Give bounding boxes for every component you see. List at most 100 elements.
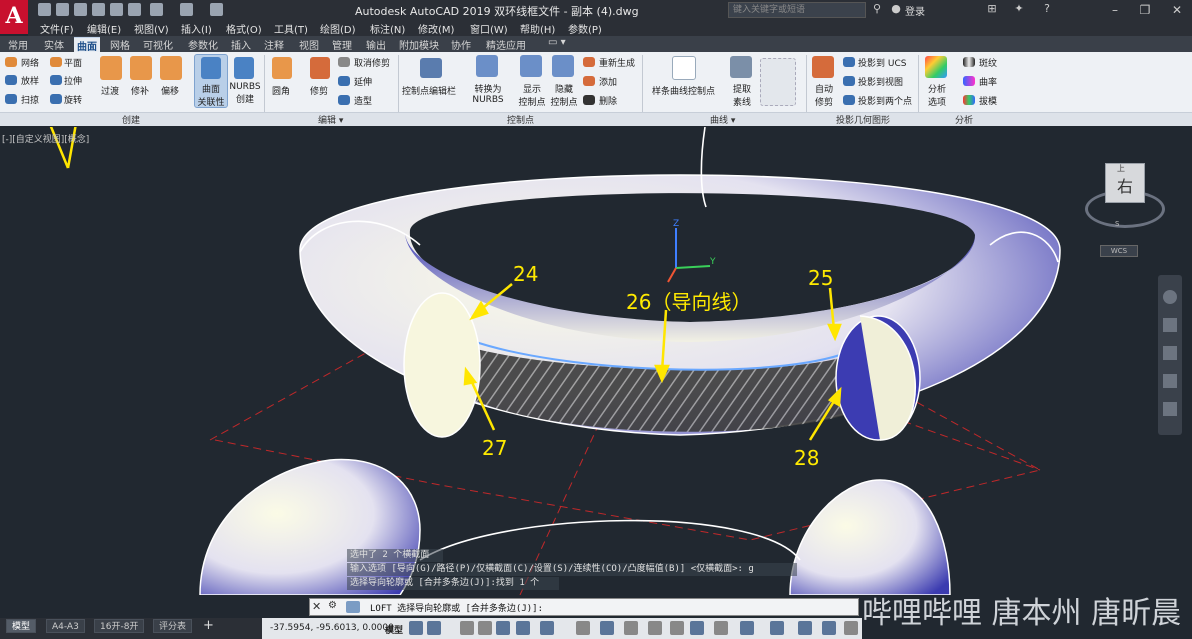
tab-addins[interactable]: 附加模块: [399, 37, 439, 52]
planar-button[interactable]: 平面: [64, 56, 82, 69]
polar-icon[interactable]: [478, 621, 492, 635]
annotation-monitor-icon[interactable]: [714, 621, 728, 635]
command-prompt[interactable]: LOFT 选择导向轮廓或 [合并多条边(J)]:: [370, 601, 543, 614]
revolve-button[interactable]: 旋转: [64, 93, 82, 106]
snap-icon[interactable]: [427, 621, 441, 635]
cv-edit-bar-button[interactable]: 控制点编辑栏: [402, 84, 456, 97]
tab-more-icon[interactable]: ▭ ▾: [548, 37, 566, 48]
drawing-viewport[interactable]: Z Y: [0, 127, 1192, 595]
workspace-icon[interactable]: [210, 3, 223, 16]
3d-osnap-icon[interactable]: [576, 621, 590, 635]
tab-view[interactable]: 视图: [299, 37, 319, 52]
workspace-switch-icon[interactable]: [822, 621, 836, 635]
panel-project-geometry-label[interactable]: 投影几何图形: [836, 113, 890, 126]
tab-insert[interactable]: 插入: [231, 37, 251, 52]
panel-edit-label[interactable]: 编辑 ▾: [318, 113, 343, 126]
lower-torus-right[interactable]: [789, 479, 951, 595]
panel-control-vertices-label[interactable]: 控制点: [507, 113, 534, 126]
menu-parameter[interactable]: 参数(P): [568, 21, 602, 36]
menu-window[interactable]: 窗口(W): [470, 21, 508, 36]
menu-format[interactable]: 格式(O): [226, 21, 262, 36]
zebra-button[interactable]: 斑纹: [979, 56, 997, 69]
object-snap-icon[interactable]: [540, 621, 554, 635]
ducs-icon[interactable]: [600, 621, 614, 635]
extend-button[interactable]: 延伸: [354, 75, 372, 88]
network-button[interactable]: 网络: [21, 56, 39, 69]
new-file-icon[interactable]: [38, 3, 51, 16]
menu-insert[interactable]: 插入(I): [181, 21, 212, 36]
osnap-track-icon[interactable]: [516, 621, 530, 635]
gizmo-icon[interactable]: [690, 621, 704, 635]
viewcube-face-top[interactable]: 上: [1117, 163, 1125, 174]
tab-layout-score[interactable]: 评分表: [153, 619, 193, 633]
offset-button[interactable]: 偏移: [161, 84, 179, 97]
menu-draw[interactable]: 绘图(D): [320, 21, 356, 36]
auto-trim-button[interactable]: 自动 修剪: [808, 82, 840, 108]
undo-icon[interactable]: [150, 3, 163, 16]
tab-visualize[interactable]: 可视化: [143, 37, 173, 52]
viewcube-face-right[interactable]: 右: [1117, 177, 1133, 196]
tab-collaborate[interactable]: 协作: [451, 37, 471, 52]
untrim-button[interactable]: 取消修剪: [354, 56, 390, 69]
plot-icon[interactable]: [110, 3, 123, 16]
selection-cycling-icon[interactable]: [670, 621, 684, 635]
orbit-icon[interactable]: [1163, 374, 1177, 388]
tab-surface[interactable]: 曲面: [74, 37, 100, 53]
tab-manage[interactable]: 管理: [332, 37, 352, 52]
menu-tools[interactable]: 工具(T): [274, 21, 308, 36]
cart-icon[interactable]: ⊞: [985, 2, 999, 16]
curvature-button[interactable]: 曲率: [979, 75, 997, 88]
tab-output[interactable]: 输出: [366, 37, 386, 52]
show-cv-button[interactable]: 显示 控制点: [516, 82, 548, 108]
wcs-menu[interactable]: WCS: [1100, 245, 1138, 257]
search-input[interactable]: 键入关键字或短语: [728, 2, 866, 18]
viewport-label[interactable]: [-][自定义视图][概念]: [2, 132, 89, 145]
command-icon[interactable]: [346, 601, 360, 613]
curve-tools-icon[interactable]: [760, 58, 796, 106]
remove-cv-button[interactable]: 删除: [599, 94, 617, 107]
menu-edit[interactable]: 编辑(E): [87, 21, 121, 36]
fillet-button[interactable]: 圆角: [272, 84, 290, 97]
add-cv-button[interactable]: 添加: [599, 75, 617, 88]
zoom-icon[interactable]: [1163, 346, 1177, 360]
menu-view[interactable]: 视图(V): [134, 21, 169, 36]
tab-solid[interactable]: 实体: [44, 37, 64, 52]
autocad-logo-icon[interactable]: A: [0, 0, 28, 34]
trim-button[interactable]: 修剪: [310, 84, 328, 97]
tab-home[interactable]: 常用: [8, 37, 28, 52]
project-two-points-button[interactable]: 投影到两个点: [858, 94, 912, 107]
loft-button[interactable]: 放样: [21, 74, 39, 87]
cross-section-24[interactable]: [403, 292, 481, 438]
units-icon[interactable]: [740, 621, 754, 635]
print-icon[interactable]: [128, 3, 141, 16]
close-icon[interactable]: ✕: [1162, 0, 1192, 20]
login-link[interactable]: 登录: [905, 3, 925, 18]
blend-button[interactable]: 过渡: [101, 84, 119, 97]
help-connect-icon[interactable]: ✦: [1012, 2, 1026, 16]
open-file-icon[interactable]: [56, 3, 69, 16]
hide-cv-button[interactable]: 隐藏 控制点: [548, 82, 580, 108]
convert-to-nurbs-button[interactable]: 转换为 NURBS: [471, 82, 505, 105]
quick-properties-icon[interactable]: [770, 621, 784, 635]
add-layout-icon[interactable]: +: [203, 618, 214, 633]
steering-wheel-icon[interactable]: [1163, 290, 1177, 304]
nurbs-creation-button[interactable]: NURBS 创建: [229, 82, 261, 105]
ortho-icon[interactable]: [460, 621, 474, 635]
grid-icon[interactable]: [409, 621, 423, 635]
tab-mesh[interactable]: 网格: [110, 37, 130, 52]
tab-annotate[interactable]: 注释: [264, 37, 284, 52]
close-command-icon[interactable]: ✕: [312, 600, 321, 613]
showmotion-icon[interactable]: [1163, 402, 1177, 416]
extrude-button[interactable]: 拉伸: [64, 74, 82, 87]
menu-modify[interactable]: 修改(M): [418, 21, 454, 36]
draft-button[interactable]: 拔模: [979, 94, 997, 107]
sweep-button[interactable]: 扫掠: [21, 93, 39, 106]
pan-icon[interactable]: [1163, 318, 1177, 332]
menu-dimension[interactable]: 标注(N): [370, 21, 405, 36]
user-icon[interactable]: ●: [889, 2, 903, 16]
tab-parametric[interactable]: 参数化: [188, 37, 218, 52]
menu-file[interactable]: 文件(F): [40, 21, 74, 36]
isodraft-icon[interactable]: [496, 621, 510, 635]
redo-icon[interactable]: [180, 3, 193, 16]
save-icon[interactable]: [74, 3, 87, 16]
